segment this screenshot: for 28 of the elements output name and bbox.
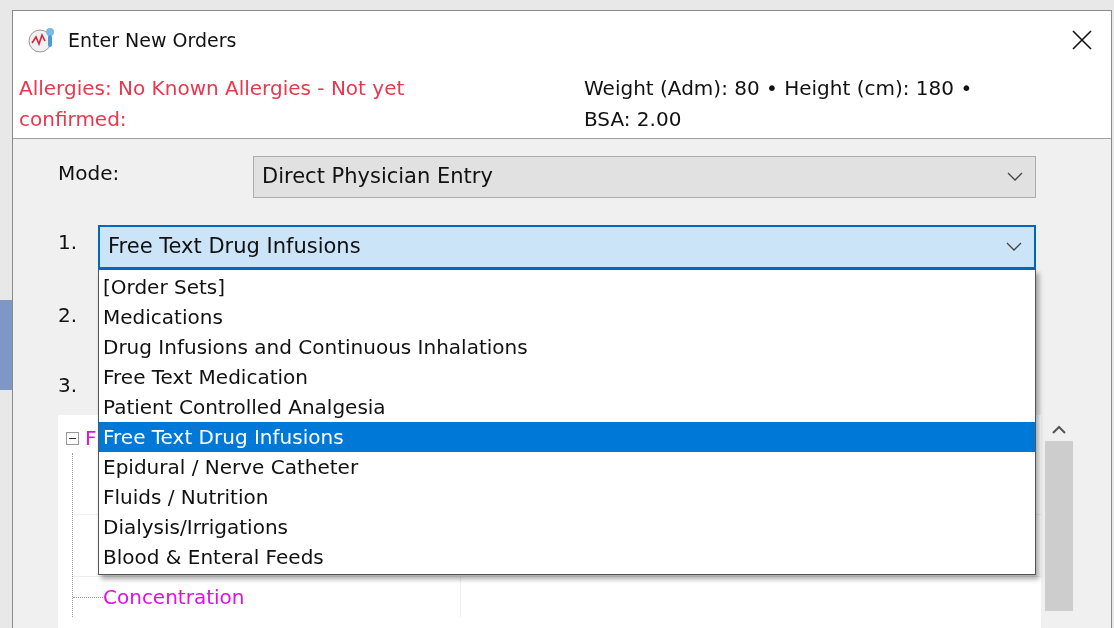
- patient-measurements: Weight (Adm): 80 • Height (cm): 180 • BSA: 2.00: [584, 75, 974, 133]
- dropdown-option[interactable]: [Order Sets]: [99, 272, 1035, 302]
- dropdown-option[interactable]: Drug Infusions and Continuous Inhalations: [99, 332, 1035, 362]
- dropdown-field[interactable]: Direct Physician Entry: [253, 156, 1036, 198]
- app-logo-icon: [27, 25, 57, 55]
- dropdown-option[interactable]: Medications: [99, 302, 1035, 332]
- dropdown-option[interactable]: Fluids / Nutrition: [99, 482, 1035, 512]
- dropdown-option[interactable]: Free Text Medication: [99, 362, 1035, 392]
- dropdown-option[interactable]: Free Text Drug Infusions: [99, 422, 1035, 452]
- dropdown-option[interactable]: Patient Controlled Analgesia: [99, 392, 1035, 422]
- dropdown-field[interactable]: Free Text Drug Infusions: [98, 225, 1036, 269]
- chevron-down-icon: [1007, 172, 1023, 182]
- dropdown-option[interactable]: Epidural / Nerve Catheter: [99, 452, 1035, 482]
- scrollbar-thumb[interactable]: [1045, 441, 1073, 611]
- allergy-warning: Allergies: No Known Allergies - Not yet confirmed:: [19, 75, 406, 133]
- window-title: Enter New Orders: [68, 27, 237, 53]
- row-number: 3.: [58, 372, 78, 399]
- scroll-up-icon[interactable]: [1052, 425, 1066, 435]
- tree-node-label[interactable]: F: [85, 423, 97, 453]
- collapse-icon[interactable]: [66, 431, 79, 445]
- row-number: 1.: [58, 229, 79, 256]
- close-icon[interactable]: [1071, 29, 1093, 51]
- tree-node-label[interactable]: Concentration: [103, 582, 245, 612]
- dropdown-option[interactable]: Blood & Enteral Feeds: [99, 542, 1035, 572]
- chevron-down-icon: [1006, 242, 1022, 252]
- dropdown-option[interactable]: Dialysis/Irrigations: [99, 512, 1035, 542]
- row-number: 2.: [58, 302, 78, 329]
- mode-label: Mode:: [58, 160, 121, 187]
